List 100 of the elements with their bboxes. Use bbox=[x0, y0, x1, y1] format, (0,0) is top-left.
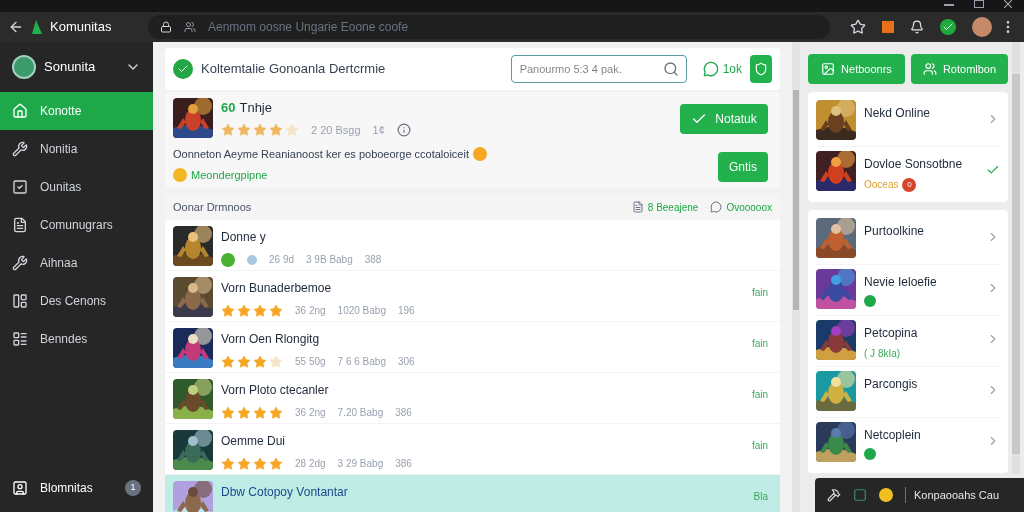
shield-button[interactable] bbox=[750, 55, 772, 83]
list-row[interactable]: Vorn Bunaderbemoe 36 2ng 1020 Babg 196 fain bbox=[165, 271, 780, 322]
list-row[interactable]: Donne y 26 9d 3 9B Babg 388 bbox=[165, 220, 780, 271]
star-icon bbox=[269, 303, 283, 318]
star-icon bbox=[285, 122, 299, 137]
meta-text: 386 bbox=[395, 457, 412, 471]
address-text: Aenmom oosne Ungarie Eoone coofe bbox=[208, 19, 409, 36]
star-icon bbox=[253, 354, 267, 369]
item-title: Dovloe Sonsotbne bbox=[864, 156, 964, 173]
status-icon[interactable] bbox=[940, 19, 956, 35]
panel-item[interactable]: Nevie Ieloefie bbox=[816, 265, 1000, 316]
meta-text: 36 2ng bbox=[295, 406, 326, 420]
back-icon[interactable] bbox=[8, 19, 24, 35]
meta-text: 1¢ bbox=[372, 122, 385, 138]
sidebar-item[interactable]: Aihnaa bbox=[0, 244, 153, 282]
emoji-icon bbox=[173, 167, 187, 182]
panel-item[interactable]: Dovloe Sonsotbne Ooceas 0 bbox=[816, 147, 1000, 198]
item-subtitle: ( J 8kIa) bbox=[864, 347, 901, 361]
star-icon bbox=[269, 354, 283, 369]
meta-text: 55 50g bbox=[295, 355, 326, 369]
star-icon bbox=[269, 405, 283, 420]
maximize-icon[interactable] bbox=[974, 0, 984, 8]
row-title: Vorn Ploto ctecanler bbox=[221, 382, 330, 399]
scrollbar[interactable] bbox=[792, 42, 800, 512]
meta-text: 196 bbox=[398, 304, 415, 318]
star-icon bbox=[253, 122, 267, 137]
panel-item[interactable]: Purtoolkine bbox=[816, 214, 1000, 265]
profile-name: Sonunita bbox=[44, 58, 97, 77]
item-title: Nekd Online bbox=[864, 105, 932, 122]
meta-text: 1020 Babg bbox=[337, 304, 386, 318]
bell-icon[interactable] bbox=[910, 20, 924, 34]
sidebar-item[interactable]: Nonitia bbox=[0, 130, 153, 168]
star-icon bbox=[221, 405, 235, 420]
app-logo-icon bbox=[32, 20, 42, 34]
list-row[interactable]: Oemme Dui 28 2dg 3 29 Babg 386 fain bbox=[165, 424, 780, 475]
square-icon[interactable] bbox=[853, 488, 867, 502]
row-title: Donne y bbox=[221, 229, 267, 246]
list-row[interactable]: Dbw Cotopoy Vontantar Bla bbox=[165, 475, 780, 512]
footer-label[interactable]: Blomnitas bbox=[40, 479, 113, 497]
tag-icon bbox=[247, 254, 257, 265]
star-icon bbox=[253, 303, 267, 318]
meta-text: 26 9d bbox=[269, 253, 295, 267]
list-row[interactable]: Vorn Oen Rlongitg 55 50g 7 6 6 Babg 306 fain bbox=[165, 322, 780, 373]
meta-text: 2 20 Bsgg bbox=[311, 122, 361, 138]
meta-text: 7 6 6 Babg bbox=[337, 355, 386, 369]
sidebar-item[interactable]: Des Cenons bbox=[0, 282, 153, 320]
star-icon bbox=[269, 456, 283, 471]
comment-icon bbox=[710, 201, 723, 213]
sidebar-icon bbox=[12, 255, 28, 271]
app-name: Komunitas bbox=[50, 18, 113, 37]
meta-text: 7.20 Babg bbox=[337, 406, 384, 420]
panel-item[interactable]: Petcopina ( J 8kIa) bbox=[816, 316, 1000, 367]
row-title: Dbw Cotopoy Vontantar bbox=[221, 484, 349, 501]
profile-avatar-icon bbox=[12, 55, 36, 79]
bookmark-icon[interactable] bbox=[850, 19, 866, 35]
meta-text: 388 bbox=[364, 253, 382, 267]
panel-item[interactable]: Nekd Online bbox=[816, 96, 1000, 147]
scrollbar[interactable] bbox=[1012, 42, 1020, 474]
meta-text: 386 bbox=[395, 406, 412, 420]
info-icon[interactable] bbox=[396, 122, 411, 137]
search-icon[interactable] bbox=[662, 61, 679, 77]
status-icon bbox=[702, 61, 719, 77]
row-title: Vorn Bunaderbemoe bbox=[221, 280, 333, 297]
item-title: Nevie Ieloefie bbox=[864, 274, 938, 291]
people-icon bbox=[184, 21, 196, 33]
star-icon bbox=[237, 354, 251, 369]
sidebar-icon bbox=[12, 103, 28, 119]
item-title: Netcoplein bbox=[864, 427, 922, 444]
panel-item[interactable]: Parcongis bbox=[816, 367, 1000, 418]
star-icon bbox=[253, 456, 267, 471]
coin-icon[interactable] bbox=[879, 488, 893, 502]
star-icon bbox=[237, 303, 251, 318]
sidebar-item[interactable]: Comunugrars bbox=[0, 206, 153, 244]
avatar-icon[interactable] bbox=[972, 17, 992, 37]
item-title: Parcongis bbox=[864, 376, 919, 393]
hammer-icon[interactable] bbox=[827, 488, 841, 502]
sidebar-icon bbox=[12, 331, 28, 347]
sidebar-item[interactable]: Ounitas bbox=[0, 168, 153, 206]
search-field[interactable]: Panourmo 5:3 4 pak. bbox=[510, 55, 687, 83]
image-icon bbox=[821, 62, 836, 76]
item-title: Purtoolkine bbox=[864, 223, 926, 240]
item-title: Petcopina bbox=[864, 325, 919, 342]
document-icon bbox=[631, 201, 644, 213]
row-title: Vorn Oen Rlongitg bbox=[221, 331, 321, 348]
row-title: Oemme Dui bbox=[221, 433, 286, 450]
panel-item[interactable]: Netcoplein bbox=[816, 418, 1000, 469]
star-icon bbox=[237, 122, 251, 137]
star-icon bbox=[237, 405, 251, 420]
star-icon bbox=[253, 405, 267, 420]
page-title: Koltemtalie Gonoanla Dertcrmie bbox=[201, 60, 387, 79]
sidebar-item[interactable]: Benndes bbox=[0, 320, 153, 358]
meta-text: 3 9B Babg bbox=[306, 253, 353, 267]
check-icon bbox=[986, 163, 1000, 177]
close-icon[interactable] bbox=[1004, 0, 1012, 8]
sidebar-icon bbox=[12, 179, 28, 195]
list-row[interactable]: Vorn Ploto ctecanler 36 2ng 7.20 Babg 386 fain bbox=[165, 373, 780, 424]
featured-number: 60 bbox=[221, 99, 236, 117]
footer-icon bbox=[12, 480, 28, 496]
star-icon bbox=[221, 303, 235, 318]
sidebar-icon bbox=[12, 141, 28, 157]
